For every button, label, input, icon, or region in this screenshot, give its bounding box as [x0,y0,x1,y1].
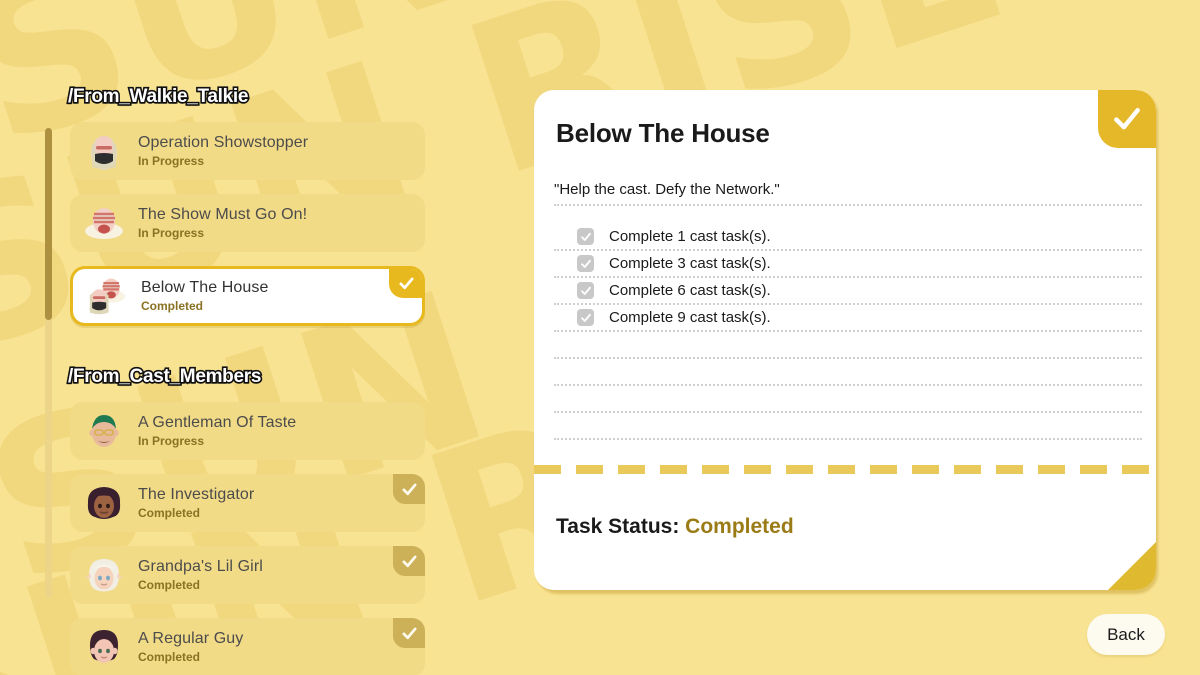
objectives-list: Complete 1 cast task(s). Complete 3 cast… [534,224,1156,440]
green-hair-man-icon [82,409,126,453]
back-button-label: Back [1107,624,1145,644]
quest-row-a-regular-guy[interactable]: A Regular Guy Completed [70,618,425,675]
objective-checkbox-checked-icon [577,228,594,245]
objective-checkbox-checked-icon [577,255,594,272]
page-fold-corner [1108,542,1156,590]
empty-ruled-line [554,386,1142,413]
quest-row-text: The Show Must Go On! In Progress [138,206,307,240]
task-status-label: Task Status: [556,515,680,538]
completed-check-badge [389,269,422,298]
group-title-cast-members: /From_Cast_Members [66,364,263,388]
completed-check-badge [393,546,425,576]
completed-check-badge [393,474,425,504]
quest-row-grandpas-lil-girl[interactable]: Grandpa's Lil Girl Completed [70,546,425,604]
quest-row-text: A Regular Guy Completed [138,630,243,664]
quest-title: Below The House [141,279,269,296]
quest-status: Completed [141,299,204,313]
white-hair-girl-icon [82,553,126,597]
quest-row-text: Grandpa's Lil Girl Completed [138,558,263,592]
two-characters-group-icon [85,274,129,318]
objective-row: Complete 6 cast task(s). [554,278,1142,305]
quest-status: In Progress [138,154,205,168]
quest-detail-title: Below The House [556,118,770,148]
quest-row-text: The Investigator Completed [138,486,254,520]
quest-title: A Regular Guy [138,630,244,647]
dashed-divider [534,465,1156,474]
objective-checkbox-checked-icon [577,309,594,326]
quest-row-below-the-house[interactable]: Below The House Completed [70,266,425,326]
empty-ruled-line [554,359,1142,386]
quest-status: In Progress [138,226,205,240]
quest-title: Operation Showstopper [138,134,309,151]
objective-row: Complete 9 cast task(s). [554,305,1142,332]
quest-row-text: A Gentleman Of Taste In Progress [138,414,296,448]
quest-row-text: Below The House Completed [141,279,269,313]
empty-ruled-line [554,332,1142,359]
quest-group-walkie-talkie: Operation Showstopper In Progress The Sh… [70,122,425,326]
task-status-line: Task Status: Completed [556,515,794,539]
quest-completed-badge-icon [1098,90,1156,148]
quest-row-operation-showstopper[interactable]: Operation Showstopper In Progress [70,122,425,180]
quest-title: A Gentleman Of Taste [138,414,297,431]
task-status-value: Completed [685,515,794,538]
quest-list-sidebar[interactable]: /From_Walkie_Talkie Operation Showstoppe… [0,0,470,675]
quest-status: In Progress [138,434,205,448]
objective-label: Complete 3 cast task(s). [609,255,771,272]
dark-hair-young-man-icon [82,625,126,669]
empty-ruled-line [554,413,1142,440]
objective-label: Complete 6 cast task(s). [609,282,771,299]
striped-hat-character-icon [82,201,126,245]
back-button[interactable]: Back [1087,614,1165,655]
quest-row-text: Operation Showstopper In Progress [138,134,308,168]
quest-title: The Show Must Go On! [138,206,308,223]
quest-row-a-gentleman-of-taste[interactable]: A Gentleman Of Taste In Progress [70,402,425,460]
quest-row-the-investigator[interactable]: The Investigator Completed [70,474,425,532]
dark-curly-hair-woman-icon [82,481,126,525]
quest-row-the-show-must-go-on[interactable]: The Show Must Go On! In Progress [70,194,425,252]
quest-group-cast-members: A Gentleman Of Taste In Progress The Inv… [70,402,425,675]
objective-row: Complete 1 cast task(s). [554,224,1142,251]
quest-detail-card: Below The House "Help the cast. Defy the… [534,90,1156,590]
objective-label: Complete 9 cast task(s). [609,309,771,326]
quote-underline [554,204,1142,206]
objective-label: Complete 1 cast task(s). [609,228,771,245]
quest-title: Grandpa's Lil Girl [138,558,263,575]
quest-title: The Investigator [138,486,255,503]
completed-check-badge [393,618,425,648]
quest-status: Completed [138,650,201,664]
quest-status: Completed [138,506,201,520]
quest-quote: "Help the cast. Defy the Network." [554,181,780,198]
masked-pale-hair-character-icon [82,129,126,173]
group-title-walkie-talkie: /From_Walkie_Talkie [66,84,250,108]
objective-row: Complete 3 cast task(s). [554,251,1142,278]
quest-status: Completed [138,578,201,592]
objective-checkbox-checked-icon [577,282,594,299]
